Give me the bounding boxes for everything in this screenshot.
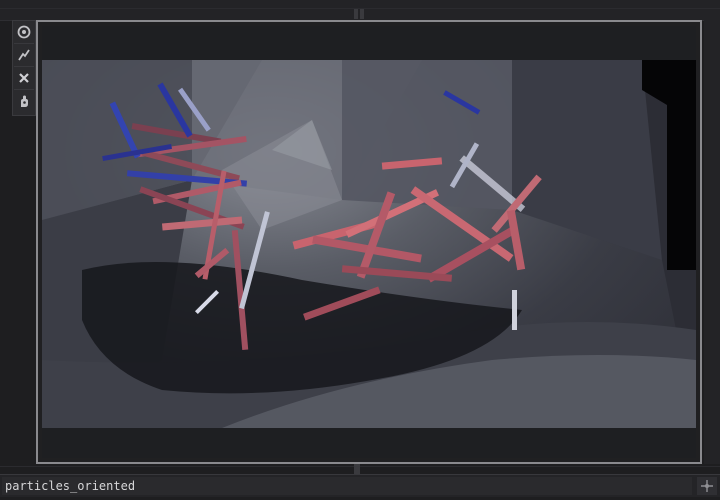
viewer-viewport[interactable] (42, 26, 696, 458)
bottom-tick (354, 464, 360, 474)
top-ruler (0, 0, 720, 21)
node-viewer-panel: particles_oriented (0, 0, 720, 500)
close-icon[interactable] (14, 67, 34, 90)
viewer-toolbar (12, 20, 36, 116)
render-scene (42, 60, 696, 428)
right-strip (704, 20, 720, 464)
letterbox-top (42, 26, 696, 60)
node-name-field[interactable]: particles_oriented (2, 477, 692, 495)
lightning-icon[interactable] (14, 44, 34, 67)
crosshair-icon[interactable] (697, 477, 717, 495)
target-icon[interactable] (14, 21, 34, 44)
render-output[interactable] (42, 60, 696, 428)
viewer-frame (36, 20, 702, 464)
pan-hand-icon[interactable] (14, 90, 34, 112)
node-name-bar: particles_oriented (0, 474, 720, 497)
top-tick-left (354, 9, 358, 19)
top-tick-right (360, 9, 364, 19)
letterbox-bottom (42, 428, 696, 458)
